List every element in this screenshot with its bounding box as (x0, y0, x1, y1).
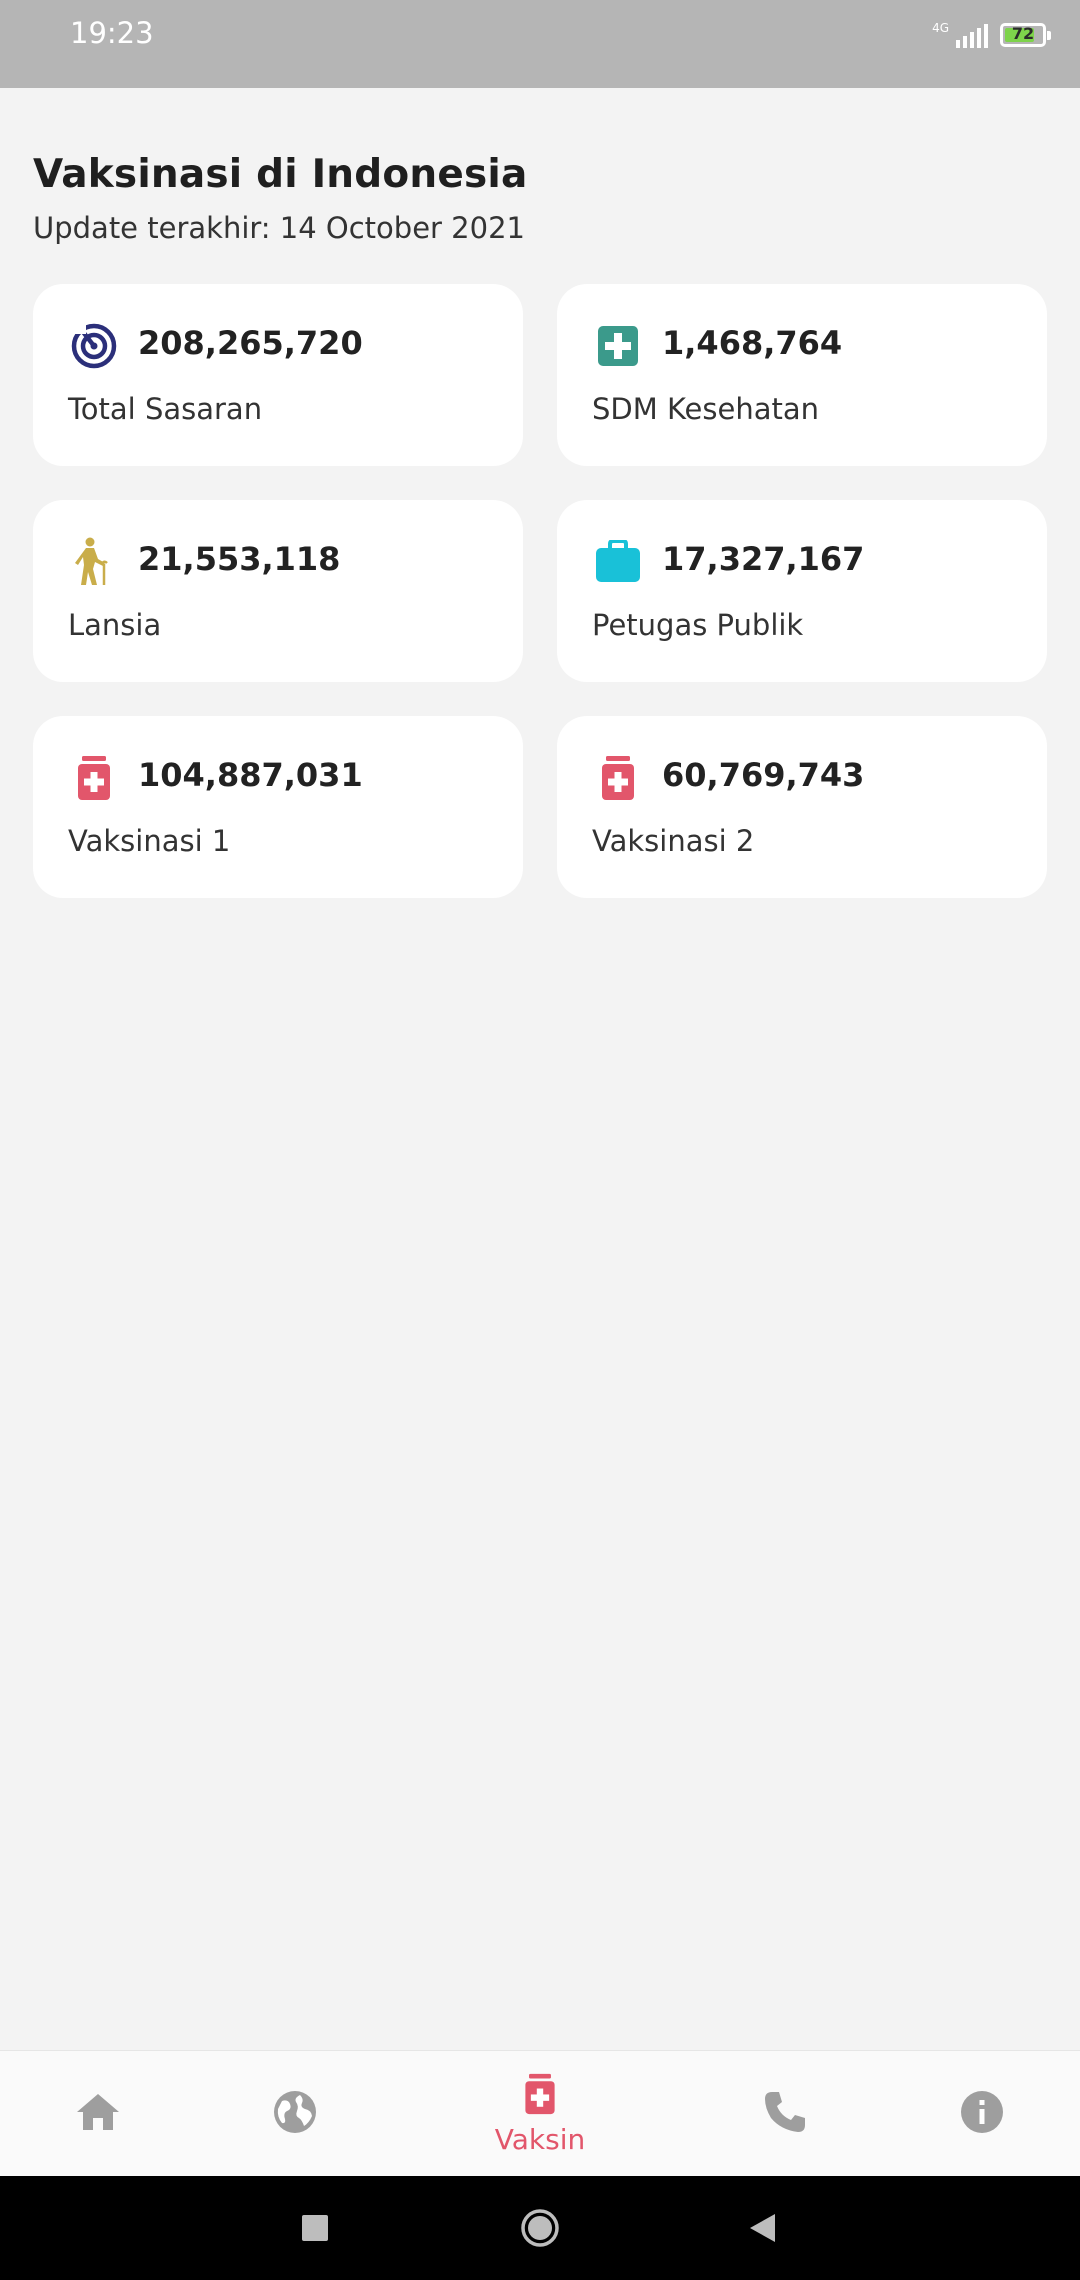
nav-item-home[interactable] (28, 2051, 168, 2177)
stat-card-vaksinasi-2: 60,769,743 Vaksinasi 2 (557, 716, 1047, 898)
stat-value: 104,887,031 (138, 756, 363, 794)
nav-item-vaksin[interactable]: Vaksin (470, 2051, 610, 2177)
nav-item-global[interactable] (225, 2051, 365, 2177)
home-icon (75, 2092, 121, 2136)
stats-grid: 208,265,720 Total Sasaran 1,468,764 SDM … (33, 284, 1047, 898)
signal-icon: 4G (932, 22, 988, 48)
last-update-text: Update terakhir: 14 October 2021 (33, 211, 525, 245)
target-icon (68, 320, 120, 372)
bottom-navigation: Vaksin (0, 2050, 1080, 2176)
stat-card-total-sasaran: 208,265,720 Total Sasaran (33, 284, 523, 466)
system-navigation-bar (0, 2176, 1080, 2280)
vaccine-bottle-icon (68, 752, 120, 804)
globe-icon (272, 2089, 318, 2139)
page-header: Vaksinasi di Indonesia Update terakhir: … (33, 152, 528, 245)
stat-card-vaksinasi-1: 104,887,031 Vaksinasi 1 (33, 716, 523, 898)
stat-card-petugas-publik: 17,327,167 Petugas Publik (557, 500, 1047, 682)
stat-value: 60,769,743 (662, 756, 865, 794)
battery-level: 72 (1011, 24, 1035, 43)
home-button[interactable] (490, 2176, 590, 2280)
back-triangle-icon (750, 2214, 775, 2242)
network-type: 4G (932, 21, 949, 35)
phone-icon (763, 2090, 807, 2138)
stat-label: Vaksinasi 1 (68, 824, 231, 858)
stat-label: SDM Kesehatan (592, 392, 820, 426)
medical-cross-icon (592, 320, 644, 372)
elderly-person-icon (68, 536, 120, 588)
briefcase-icon (592, 536, 644, 588)
recent-apps-button[interactable] (265, 2176, 365, 2280)
vaccine-bottle-icon (523, 2073, 557, 2119)
stat-label: Total Sasaran (68, 392, 263, 426)
vaccine-bottle-icon (592, 752, 644, 804)
stat-value: 21,553,118 (138, 540, 341, 578)
nav-item-call[interactable] (715, 2051, 855, 2177)
status-icons: 4G 72 (932, 22, 1051, 48)
stat-card-lansia: 21,553,118 Lansia (33, 500, 523, 682)
square-icon (302, 2215, 328, 2241)
stat-card-sdm-kesehatan: 1,468,764 SDM Kesehatan (557, 284, 1047, 466)
stat-label: Petugas Publik (592, 608, 804, 642)
circle-icon (521, 2209, 559, 2247)
stat-label: Vaksinasi 2 (592, 824, 755, 858)
battery-icon: 72 (1000, 23, 1051, 47)
nav-label-vaksin: Vaksin (494, 2122, 586, 2156)
stat-value: 208,265,720 (138, 324, 363, 362)
back-button[interactable] (712, 2176, 812, 2280)
page-title: Vaksinasi di Indonesia (33, 152, 528, 197)
status-bar: 19:23 4G 72 (0, 0, 1080, 88)
stat-value: 17,327,167 (662, 540, 865, 578)
stat-value: 1,468,764 (662, 324, 843, 362)
stat-label: Lansia (68, 608, 162, 642)
status-time: 19:23 (70, 16, 154, 50)
nav-item-info[interactable] (912, 2051, 1052, 2177)
info-icon (959, 2089, 1005, 2139)
